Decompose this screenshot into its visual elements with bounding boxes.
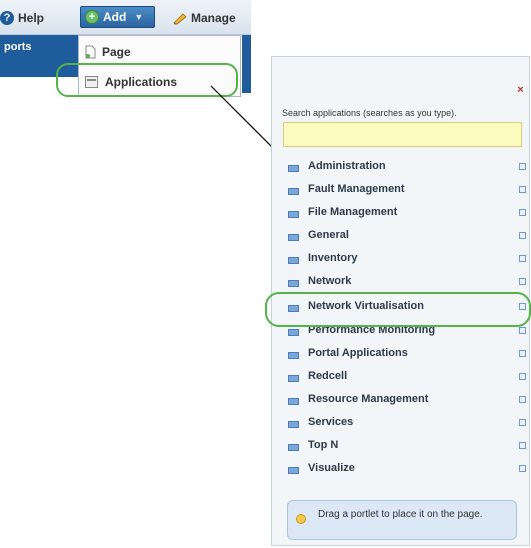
- category-administration[interactable]: Administration: [272, 160, 529, 182]
- category-icon: [288, 444, 299, 451]
- expand-icon[interactable]: [519, 419, 526, 426]
- search-input[interactable]: [283, 122, 522, 147]
- category-performance-monitoring[interactable]: Performance Monitoring: [272, 324, 529, 346]
- category-label: Top N: [308, 439, 339, 451]
- category-general[interactable]: General: [272, 229, 529, 251]
- category-icon: [288, 188, 299, 195]
- category-top-n[interactable]: Top N: [272, 439, 529, 461]
- category-icon: [288, 421, 299, 428]
- category-icon: [288, 398, 299, 405]
- add-label: Add: [103, 10, 127, 24]
- expand-icon[interactable]: [519, 350, 526, 357]
- category-fault-management[interactable]: Fault Management: [272, 183, 529, 205]
- category-label: Resource Management: [308, 393, 429, 405]
- menu-item-page[interactable]: Page: [85, 42, 131, 62]
- category-icon: [288, 165, 299, 172]
- page-icon: [85, 45, 96, 59]
- expand-icon[interactable]: [519, 327, 526, 334]
- category-label: File Management: [308, 206, 398, 218]
- category-icon: [288, 280, 299, 287]
- category-portal-applications[interactable]: Portal Applications: [272, 347, 529, 369]
- expand-icon[interactable]: [519, 373, 526, 380]
- close-icon[interactable]: ×: [515, 85, 526, 96]
- screenshot-stage: ? Help + Add ▼ Manage ports Page Applica…: [0, 0, 531, 548]
- category-label: Visualize: [308, 462, 355, 474]
- category-icon: [288, 375, 299, 382]
- expand-icon[interactable]: [519, 163, 526, 170]
- category-resource-management[interactable]: Resource Management: [272, 393, 529, 415]
- category-visualize[interactable]: Visualize: [272, 462, 529, 484]
- drag-tip: Drag a portlet to place it on the page.: [287, 500, 517, 540]
- expand-icon[interactable]: [519, 232, 526, 239]
- category-icon: [288, 211, 299, 218]
- category-icon: [288, 257, 299, 264]
- help-button[interactable]: ? Help: [0, 9, 44, 27]
- help-icon: ?: [0, 11, 14, 25]
- network-virtualisation-highlight: [265, 292, 531, 327]
- tip-text: Drag a portlet to place it on the page.: [318, 509, 483, 520]
- category-label: Redcell: [308, 370, 348, 382]
- category-icon: [288, 467, 299, 474]
- category-icon: [288, 234, 299, 241]
- category-label: Portal Applications: [308, 347, 408, 359]
- chevron-down-icon: ▼: [134, 12, 144, 22]
- expand-icon[interactable]: [519, 442, 526, 449]
- category-icon: [288, 352, 299, 359]
- category-label: Administration: [308, 160, 386, 172]
- category-label: Network: [308, 275, 352, 287]
- right-tab-strip: [242, 35, 251, 93]
- expand-icon[interactable]: [519, 209, 526, 216]
- category-label: Inventory: [308, 252, 358, 264]
- add-button[interactable]: + Add ▼: [80, 6, 155, 28]
- add-icon: +: [85, 10, 99, 24]
- lightbulb-icon: [296, 514, 306, 524]
- expand-icon[interactable]: [519, 255, 526, 262]
- expand-icon[interactable]: [519, 186, 526, 193]
- expand-icon[interactable]: [519, 278, 526, 285]
- help-label: Help: [18, 11, 45, 25]
- category-label: Fault Management: [308, 183, 405, 195]
- search-label: Search applications (searches as you typ…: [282, 108, 457, 118]
- left-strip-label: ports: [4, 41, 32, 53]
- category-icon: [288, 329, 299, 336]
- category-label: Services: [308, 416, 354, 428]
- expand-icon[interactable]: [519, 465, 526, 472]
- category-file-management[interactable]: File Management: [272, 206, 529, 228]
- category-inventory[interactable]: Inventory: [272, 252, 529, 274]
- category-services[interactable]: Services: [272, 416, 529, 438]
- pencil-icon: [173, 13, 187, 25]
- applications-highlight: [56, 63, 238, 97]
- top-toolbar: ? Help + Add ▼ Manage: [0, 0, 251, 35]
- expand-icon[interactable]: [519, 396, 526, 403]
- menu-item-page-label: Page: [102, 45, 131, 59]
- manage-label: Manage: [191, 11, 236, 25]
- manage-button[interactable]: Manage: [172, 9, 236, 27]
- category-redcell[interactable]: Redcell: [272, 370, 529, 392]
- category-label: General: [308, 229, 349, 241]
